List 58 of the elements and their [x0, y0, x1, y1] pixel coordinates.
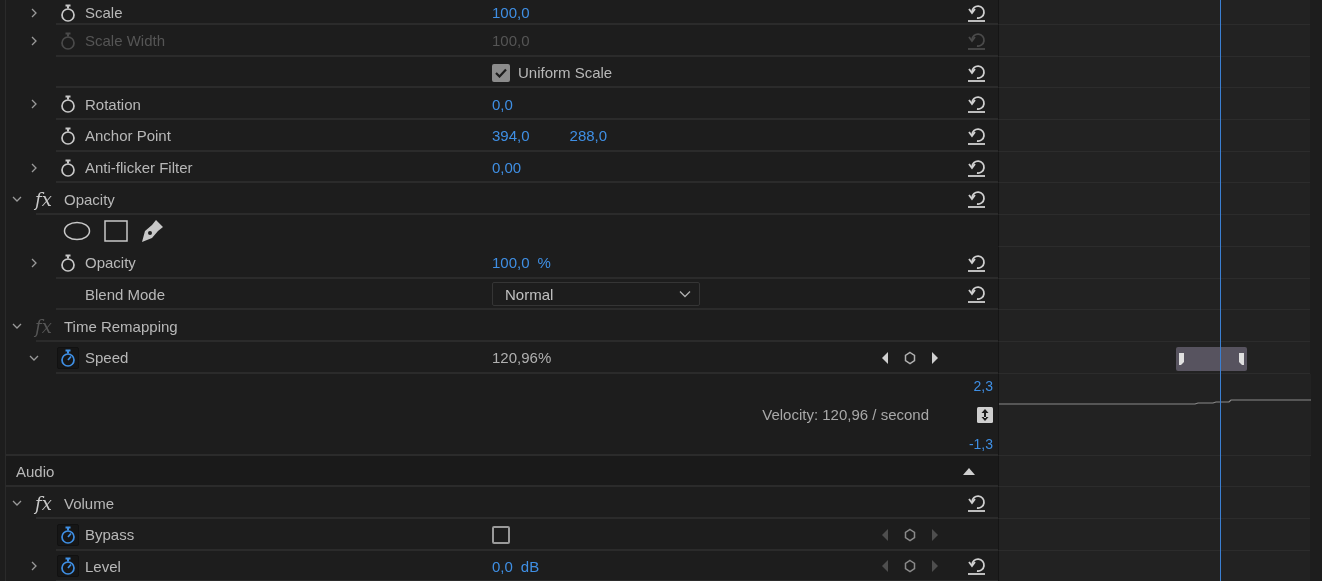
previous-keyframe-icon[interactable]	[880, 350, 890, 365]
property-label: Opacity	[85, 254, 136, 272]
stopwatch-icon[interactable]	[57, 346, 79, 369]
property-value[interactable]: 288,0	[569, 127, 608, 145]
property-value[interactable]: 0,00	[492, 159, 522, 177]
unit-label: dB	[520, 557, 540, 575]
reset-icon[interactable]	[966, 284, 988, 305]
property-label: Anchor Point	[85, 127, 171, 145]
property-label: Anti-flicker Filter	[85, 159, 193, 177]
pen-mask-icon[interactable]	[140, 217, 164, 244]
property-label: Level	[85, 557, 121, 575]
blend-mode-dropdown[interactable]: Normal	[492, 282, 700, 307]
reset-icon[interactable]	[966, 125, 988, 146]
add-keyframe-icon[interactable]	[904, 527, 916, 542]
stopwatch-icon[interactable]	[57, 555, 79, 578]
unit-label: %	[537, 254, 551, 272]
property-label: Scale	[85, 4, 123, 21]
keyframe-range-bar[interactable]	[1176, 346, 1247, 371]
property-label: Speed	[85, 349, 129, 367]
add-keyframe-icon[interactable]	[904, 559, 916, 574]
reset-icon[interactable]	[966, 94, 988, 115]
reset-icon[interactable]	[966, 62, 988, 83]
property-label: Scale Width	[85, 32, 166, 50]
checkbox[interactable]	[492, 525, 510, 544]
effect-label: Volume	[64, 494, 115, 512]
add-keyframe-icon[interactable]	[904, 350, 916, 365]
property-value[interactable]: 100,0	[492, 254, 530, 272]
velocity-max-value: 2,3	[973, 377, 993, 394]
next-keyframe-icon[interactable]	[930, 350, 940, 365]
chevron-down-icon	[679, 290, 691, 299]
reset-icon[interactable]	[966, 493, 988, 514]
checkbox[interactable]	[492, 63, 510, 82]
velocity-min-value: -1,3	[968, 435, 993, 452]
ellipse-mask-icon[interactable]	[63, 220, 91, 241]
property-label: Blend Mode	[85, 285, 166, 303]
property-value[interactable]: 120,96%	[492, 349, 552, 367]
option-label: Uniform Scale	[518, 64, 613, 82]
effect-label: Time Remapping	[64, 317, 178, 335]
reset-icon[interactable]	[966, 189, 988, 210]
property-label: Rotation	[85, 95, 141, 113]
velocity-readout: Velocity: 120,96 / second	[762, 406, 929, 424]
property-value[interactable]: 0,0	[492, 557, 513, 575]
property-label: Bypass	[85, 526, 135, 544]
section-title: Audio	[16, 462, 55, 480]
reset-icon[interactable]	[966, 556, 988, 577]
fx-toggle[interactable]: fx	[35, 188, 52, 210]
collapse-triangle-icon[interactable]	[962, 466, 976, 477]
rectangle-mask-icon[interactable]	[104, 219, 128, 242]
stopwatch-icon[interactable]	[57, 523, 79, 546]
vertical-resize-icon[interactable]	[977, 406, 993, 423]
property-value[interactable]: 0,0	[492, 95, 513, 113]
reset-icon[interactable]	[966, 157, 988, 178]
fx-toggle[interactable]: fx	[35, 492, 52, 514]
property-value[interactable]: 100,0	[492, 4, 530, 21]
effect-label: Opacity	[64, 190, 115, 208]
property-value[interactable]: 394,0	[492, 127, 530, 145]
reset-icon[interactable]	[966, 252, 988, 273]
reset-icon[interactable]	[966, 2, 988, 23]
